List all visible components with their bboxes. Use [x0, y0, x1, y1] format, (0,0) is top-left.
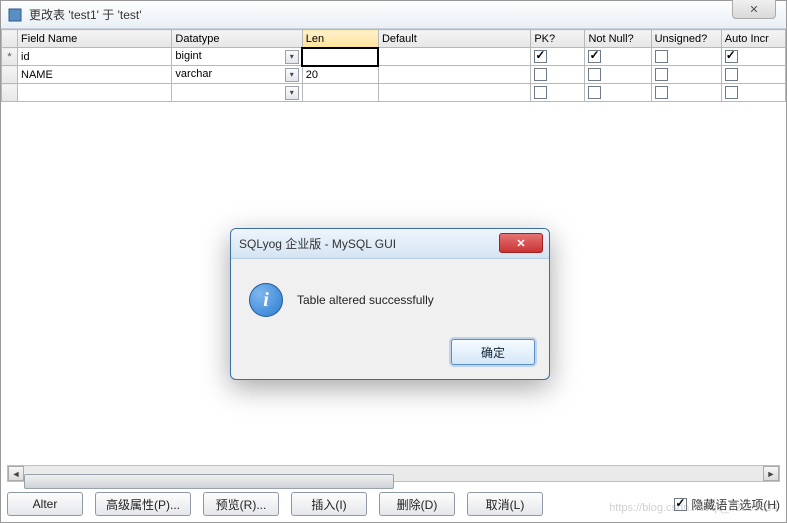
alter-button[interactable]: Alter	[7, 492, 83, 516]
datatype-dropdown-icon[interactable]: ▾	[285, 86, 299, 100]
cell-not-null[interactable]	[585, 66, 651, 84]
dialog-footer: 确定	[231, 329, 549, 379]
not-null-checkbox[interactable]	[588, 86, 601, 99]
cell-field-name[interactable]: id	[18, 48, 172, 66]
header-datatype[interactable]: Datatype	[172, 30, 302, 48]
cell-default[interactable]	[378, 84, 530, 102]
fields-table[interactable]: Field Name Datatype Len Default PK? Not …	[1, 29, 786, 102]
not-null-checkbox[interactable]	[588, 50, 601, 63]
cell-unsigned[interactable]	[651, 66, 721, 84]
window-title: 更改表 'test1' 于 'test'	[29, 6, 142, 23]
scroll-thumb[interactable]	[24, 474, 394, 489]
datatype-dropdown-icon[interactable]: ▾	[285, 68, 299, 82]
dialog-body: i Table altered successfully	[231, 259, 549, 329]
table-header-row: Field Name Datatype Len Default PK? Not …	[2, 30, 786, 48]
cell-auto-inc[interactable]	[721, 48, 785, 66]
pk-checkbox[interactable]	[534, 50, 547, 63]
cell-default[interactable]	[378, 66, 530, 84]
cell-unsigned[interactable]	[651, 84, 721, 102]
hide-lang-option[interactable]: 隐藏语言选项(H)	[674, 496, 780, 513]
cell-pk[interactable]	[531, 84, 585, 102]
table-row[interactable]: ▾	[2, 84, 786, 102]
preview-button[interactable]: 预览(R)...	[203, 492, 279, 516]
scroll-right-arrow[interactable]: ►	[763, 466, 779, 481]
info-icon: i	[249, 283, 283, 317]
row-marker[interactable]	[2, 84, 18, 102]
hide-lang-checkbox[interactable]	[674, 498, 687, 511]
message-dialog: SQLyog 企业版 - MySQL GUI ✕ i Table altered…	[230, 228, 550, 380]
header-default[interactable]: Default	[378, 30, 530, 48]
header-rowmarker	[2, 30, 18, 48]
bottom-toolbar: Alter 高级属性(P)... 预览(R)... 插入(I) 删除(D) 取消…	[7, 492, 780, 516]
unsigned-checkbox[interactable]	[655, 50, 668, 63]
dialog-close-button[interactable]: ✕	[499, 233, 543, 253]
cell-len[interactable]	[302, 48, 378, 66]
hide-lang-label: 隐藏语言选项(H)	[691, 496, 780, 513]
header-unsigned[interactable]: Unsigned?	[651, 30, 721, 48]
header-auto-inc[interactable]: Auto Incr	[721, 30, 785, 48]
dialog-title-bar: SQLyog 企业版 - MySQL GUI ✕	[231, 229, 549, 259]
pk-checkbox[interactable]	[534, 68, 547, 81]
advanced-button[interactable]: 高级属性(P)...	[95, 492, 191, 516]
cell-datatype[interactable]: bigint▾	[172, 48, 302, 66]
unsigned-checkbox[interactable]	[655, 86, 668, 99]
cell-datatype[interactable]: varchar▾	[172, 66, 302, 84]
row-marker[interactable]: *	[2, 48, 18, 66]
header-field-name[interactable]: Field Name	[18, 30, 172, 48]
cell-pk[interactable]	[531, 66, 585, 84]
cell-field-name[interactable]	[18, 84, 172, 102]
auto-inc-checkbox[interactable]	[725, 50, 738, 63]
pk-checkbox[interactable]	[534, 86, 547, 99]
cell-len[interactable]: 20	[302, 66, 378, 84]
header-len[interactable]: Len	[302, 30, 378, 48]
dialog-ok-button[interactable]: 确定	[451, 339, 535, 365]
cell-not-null[interactable]	[585, 48, 651, 66]
cell-datatype[interactable]: ▾	[172, 84, 302, 102]
cell-pk[interactable]	[531, 48, 585, 66]
horizontal-scrollbar[interactable]: ◄ ►	[7, 465, 780, 482]
table-row[interactable]: NAMEvarchar▾20	[2, 66, 786, 84]
cell-field-name[interactable]: NAME	[18, 66, 172, 84]
auto-inc-checkbox[interactable]	[725, 68, 738, 81]
cell-default[interactable]	[378, 48, 530, 66]
table-row[interactable]: *idbigint▾	[2, 48, 786, 66]
scroll-left-arrow[interactable]: ◄	[8, 466, 24, 481]
header-pk[interactable]: PK?	[531, 30, 585, 48]
window-close-button[interactable]: ✕	[732, 0, 776, 19]
window-title-bar: 更改表 'test1' 于 'test' ✕	[1, 1, 786, 29]
cell-auto-inc[interactable]	[721, 66, 785, 84]
dialog-message: Table altered successfully	[297, 293, 434, 307]
cell-len[interactable]	[302, 84, 378, 102]
unsigned-checkbox[interactable]	[655, 68, 668, 81]
cell-auto-inc[interactable]	[721, 84, 785, 102]
auto-inc-checkbox[interactable]	[725, 86, 738, 99]
cell-unsigned[interactable]	[651, 48, 721, 66]
dialog-title: SQLyog 企业版 - MySQL GUI	[239, 235, 396, 252]
not-null-checkbox[interactable]	[588, 68, 601, 81]
cancel-button[interactable]: 取消(L)	[467, 492, 543, 516]
insert-button[interactable]: 插入(I)	[291, 492, 367, 516]
header-not-null[interactable]: Not Null?	[585, 30, 651, 48]
app-icon	[7, 7, 23, 23]
cell-not-null[interactable]	[585, 84, 651, 102]
datatype-dropdown-icon[interactable]: ▾	[285, 50, 299, 64]
row-marker[interactable]	[2, 66, 18, 84]
delete-button[interactable]: 删除(D)	[379, 492, 455, 516]
